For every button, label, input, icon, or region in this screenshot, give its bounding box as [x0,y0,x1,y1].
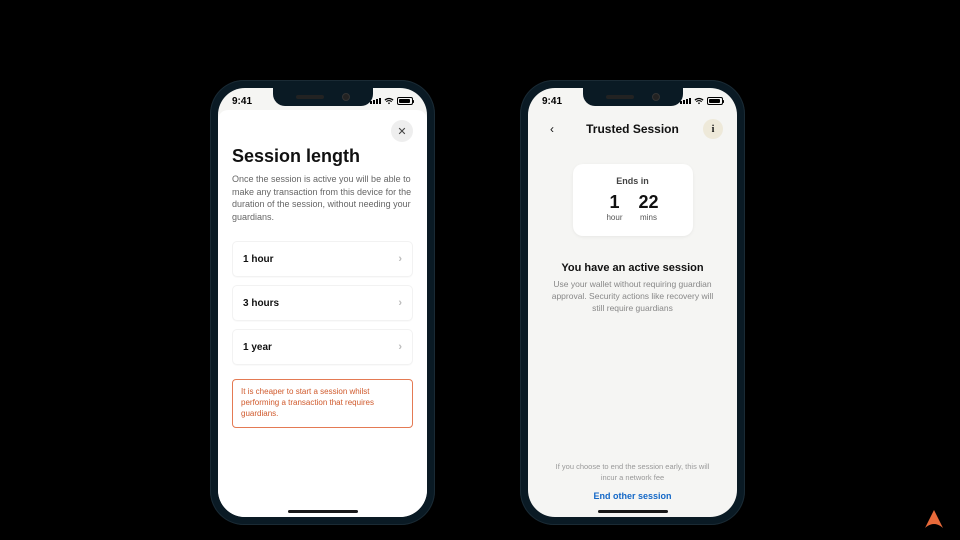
info-icon: i [712,124,715,135]
battery-icon [707,97,723,105]
wifi-icon [694,97,704,105]
timer-label: Ends in [583,176,683,186]
page-title: Trusted Session [586,122,679,136]
end-session-link[interactable]: End other session [542,491,723,501]
chevron-left-icon: ‹ [550,122,554,136]
screen: 9:41 ✕ Session length Once the session i… [218,88,427,517]
device-notch [273,88,373,106]
brand-logo-icon [922,508,946,530]
timer-mins-unit: mins [640,213,657,222]
home-indicator [598,510,668,513]
chevron-right-icon: › [398,253,402,265]
close-button[interactable]: ✕ [391,120,413,142]
chevron-right-icon: › [398,297,402,309]
timer-hours-value: 1 [609,192,619,213]
sheet-title: Session length [232,146,413,167]
session-length-sheet: ✕ Session length Once the session is act… [218,110,427,517]
signal-icon [680,98,691,104]
info-note: It is cheaper to start a session whilst … [232,379,413,427]
option-label: 1 hour [243,254,274,265]
home-indicator [288,510,358,513]
trusted-session-page: ‹ Trusted Session i Ends in 1 hour [528,110,737,517]
timer-card: Ends in 1 hour 22 mins [573,164,693,236]
wifi-icon [384,97,394,105]
signal-icon [370,98,381,104]
status-icons [370,97,413,105]
option-label: 3 hours [243,298,279,309]
option-1-hour[interactable]: 1 hour › [232,241,413,277]
battery-icon [397,97,413,105]
phone-mockup-left: 9:41 ✕ Session length Once the session i… [210,80,435,525]
option-3-hours[interactable]: 3 hours › [232,285,413,321]
timer-hours: 1 hour [606,192,622,222]
status-icons [680,97,723,105]
status-time: 9:41 [232,96,252,107]
close-icon: ✕ [397,125,406,138]
back-button[interactable]: ‹ [542,119,562,139]
option-label: 1 year [243,342,272,353]
sheet-description: Once the session is active you will be a… [232,173,413,223]
timer-mins: 22 mins [638,192,658,222]
timer-mins-value: 22 [638,192,658,213]
device-notch [583,88,683,106]
end-session-note: If you choose to end the session early, … [542,462,723,483]
info-button[interactable]: i [703,119,723,139]
screen: 9:41 ‹ Trusted Session i [528,88,737,517]
phone-mockup-right: 9:41 ‹ Trusted Session i [520,80,745,525]
active-session-description: Use your wallet without requiring guardi… [542,279,723,315]
status-time: 9:41 [542,96,562,107]
chevron-right-icon: › [398,341,402,353]
timer-hours-unit: hour [606,213,622,222]
option-1-year[interactable]: 1 year › [232,329,413,365]
active-session-heading: You have an active session [542,262,723,274]
nav-bar: ‹ Trusted Session i [542,116,723,142]
